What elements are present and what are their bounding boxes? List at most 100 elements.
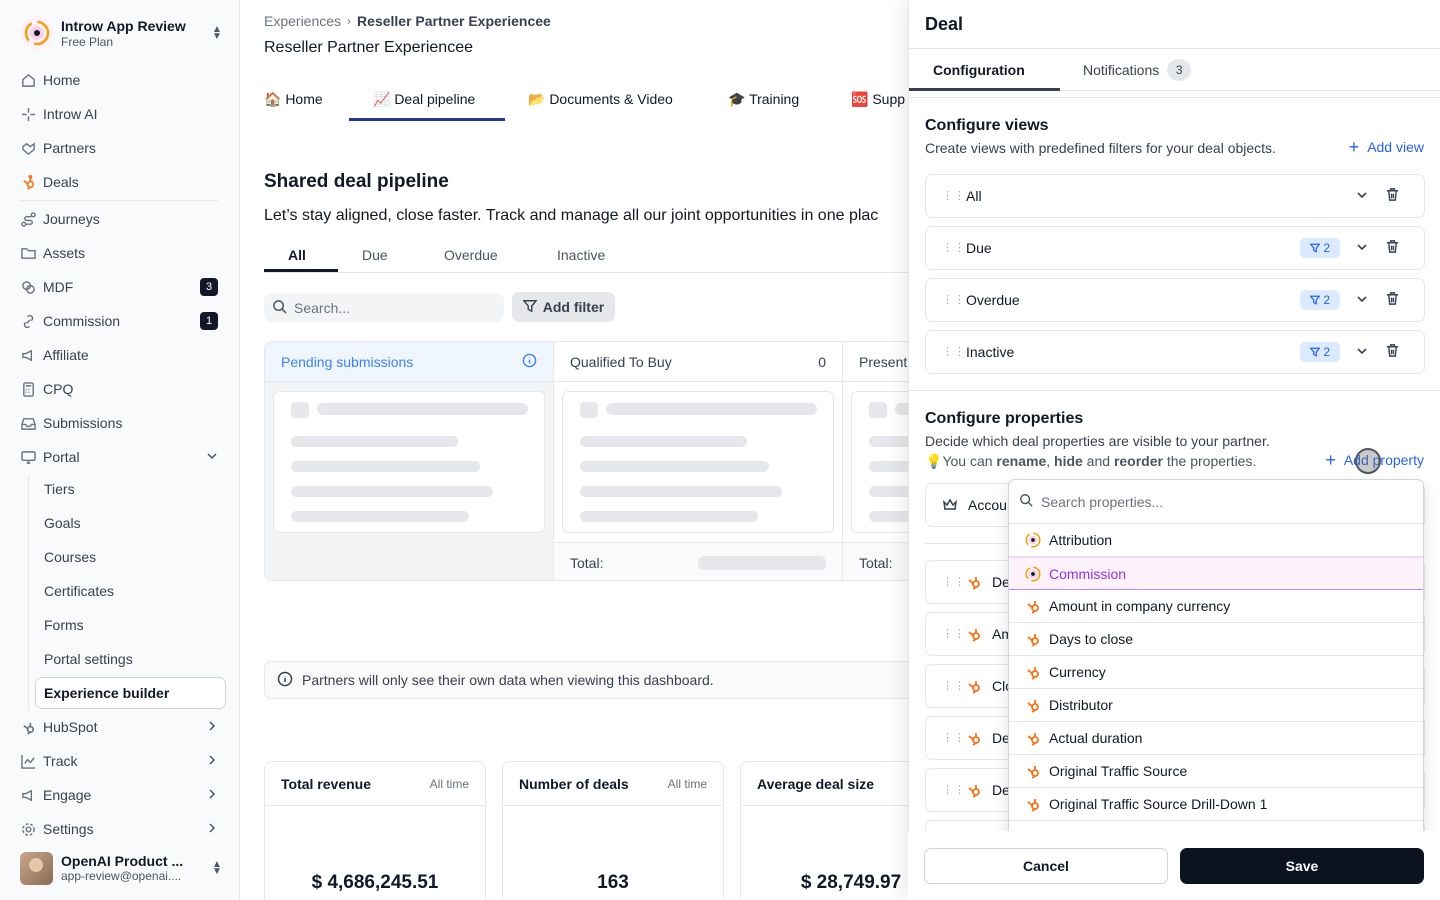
trash-icon[interactable]: [1385, 239, 1400, 257]
workspace-switcher[interactable]: Introw App Review Free Plan ▲ ▼: [20, 14, 224, 52]
view-row-all[interactable]: ⋮⋮ All: [925, 174, 1425, 218]
plus-icon: +: [1348, 137, 1360, 157]
property-option-label: Actual duration: [1049, 730, 1143, 746]
sidebar-item-label: Portal: [43, 449, 80, 465]
drag-handle-icon[interactable]: ⋮⋮: [942, 242, 965, 253]
sidebar-item-cpq[interactable]: CPQ: [20, 376, 220, 402]
view-row-inactive[interactable]: ⋮⋮ Inactive 2: [925, 330, 1425, 374]
property-option[interactable]: Days to close: [1009, 623, 1423, 656]
chevron-down-icon[interactable]: [1356, 241, 1368, 256]
trash-icon[interactable]: [1385, 187, 1400, 205]
hubspot-icon: [1024, 796, 1041, 813]
filter-tab-due[interactable]: Due: [362, 238, 388, 272]
property-option-label: Original Traffic Source: [1049, 763, 1188, 779]
property-option[interactable]: Original Traffic Source: [1009, 755, 1423, 788]
save-button[interactable]: Save: [1180, 848, 1424, 884]
add-filter-button[interactable]: Add filter: [512, 292, 615, 322]
drag-handle-icon[interactable]: ⋮⋮: [942, 680, 965, 691]
sidebar-subitem-tiers[interactable]: Tiers: [44, 477, 75, 501]
sidebar-subitem-goals[interactable]: Goals: [44, 511, 81, 535]
add-view-button[interactable]: + Add view: [1348, 137, 1424, 157]
view-row-overdue[interactable]: ⋮⋮ Overdue 2: [925, 278, 1425, 322]
trash-icon[interactable]: [1385, 343, 1400, 361]
tab-notifications[interactable]: Notifications 3: [1083, 50, 1192, 90]
filter-tab-overdue[interactable]: Overdue: [444, 238, 498, 272]
cancel-button[interactable]: Cancel: [924, 848, 1168, 884]
sidebar-subitem-portal-settings[interactable]: Portal settings: [44, 647, 133, 671]
property-option[interactable]: Amount in company currency: [1009, 590, 1423, 623]
hubspot-icon: [20, 719, 36, 735]
handshake-icon: [20, 140, 36, 156]
property-option[interactable]: Currency: [1009, 656, 1423, 689]
lightbulb-icon: 💡: [925, 453, 943, 469]
breadcrumb-root[interactable]: Experiences: [264, 13, 341, 29]
hubspot-icon: [1024, 631, 1041, 648]
sidebar-item-deals[interactable]: Deals: [20, 169, 220, 195]
drawer-divider: [909, 48, 1440, 49]
drag-handle-icon[interactable]: ⋮⋮: [942, 190, 965, 201]
filter-tab-all[interactable]: All: [288, 238, 306, 272]
drag-handle-icon[interactable]: ⋮⋮: [942, 628, 965, 639]
property-option[interactable]: Original Traffic Source Drill-Down 1: [1009, 788, 1423, 821]
tab-home[interactable]: 🏠 Home: [264, 78, 323, 121]
sidebar-item-commission[interactable]: Commission 1: [20, 308, 220, 334]
inbox-icon: [20, 415, 36, 431]
hubspot-icon: [1024, 763, 1041, 780]
user-email: app-review@openai....: [61, 869, 182, 883]
view-row-due[interactable]: ⋮⋮ Due 2: [925, 226, 1425, 270]
property-option[interactable]: Attribution: [1009, 524, 1423, 557]
sidebar-item-introw-ai[interactable]: Introw AI: [20, 101, 220, 127]
sidebar-subitem-forms[interactable]: Forms: [44, 613, 84, 637]
stat-period: All time: [429, 776, 469, 791]
sidebar-item-engage[interactable]: Engage: [20, 782, 220, 808]
sidebar-item-settings[interactable]: Settings: [20, 816, 220, 842]
sidebar-item-journeys[interactable]: Journeys: [20, 206, 220, 232]
property-option-label: Attribution: [1049, 532, 1113, 548]
property-option-label: Currency: [1049, 664, 1106, 680]
sidebar-item-home[interactable]: Home: [20, 67, 220, 93]
sidebar-item-submissions[interactable]: Submissions: [20, 410, 220, 436]
stat-value: $ 28,749.97: [800, 872, 902, 893]
trash-icon[interactable]: [1385, 291, 1400, 309]
sidebar-item-portal[interactable]: Portal: [20, 444, 220, 470]
chevron-down-icon[interactable]: [1356, 345, 1368, 360]
sidebar-subitem-experience-builder[interactable]: Experience builder: [35, 677, 226, 709]
drag-handle-icon[interactable]: ⋮⋮: [942, 346, 965, 357]
sidebar-subitem-courses[interactable]: Courses: [44, 545, 96, 569]
pipeline-title: Shared deal pipeline: [264, 171, 449, 192]
breadcrumb: Experiences › Reseller Partner Experienc…: [264, 13, 551, 29]
user-menu[interactable]: OpenAI Product ... app-review@openai....…: [20, 850, 224, 886]
pipeline-search-input[interactable]: Search...: [264, 293, 504, 322]
sidebar-item-partners[interactable]: Partners: [20, 135, 220, 161]
filter-tab-inactive[interactable]: Inactive: [557, 238, 605, 272]
filter-count: 2: [1323, 241, 1331, 255]
sidebar-item-track[interactable]: Track: [20, 748, 220, 774]
drag-handle-icon[interactable]: ⋮⋮: [942, 784, 965, 795]
drag-handle-icon[interactable]: ⋮⋮: [942, 576, 965, 587]
sidebar-item-assets[interactable]: Assets: [20, 240, 220, 266]
tab-documents-video[interactable]: 📂 Documents & Video: [528, 78, 673, 121]
drag-handle-icon[interactable]: ⋮⋮: [942, 732, 965, 743]
avatar: [20, 851, 53, 885]
total-label: Total:: [570, 554, 604, 571]
property-option[interactable]: Actual duration: [1009, 722, 1423, 755]
sidebar-item-mdf[interactable]: MDF 3: [20, 274, 220, 300]
property-option[interactable]: Distributor: [1009, 689, 1423, 722]
sidebar-item-affiliate[interactable]: Affiliate: [20, 342, 220, 368]
tab-configuration[interactable]: Configuration: [933, 50, 1025, 90]
column-name: Qualified To Buy: [570, 353, 672, 370]
sidebar-subitem-certificates[interactable]: Certificates: [44, 579, 114, 603]
tab-training[interactable]: 🎓 Training: [728, 78, 799, 121]
chevron-down-icon[interactable]: [1356, 293, 1368, 308]
chevron-down-icon[interactable]: [1356, 189, 1368, 204]
stat-period: All time: [667, 776, 707, 791]
tab-support[interactable]: 🆘 Supp: [851, 78, 905, 121]
search-icon: [1019, 493, 1033, 510]
info-icon[interactable]: [522, 353, 537, 371]
property-search-input[interactable]: Search properties...: [1009, 480, 1423, 524]
tab-deal-pipeline[interactable]: 📈 Deal pipeline: [373, 78, 475, 121]
sidebar-item-hubspot[interactable]: HubSpot: [20, 714, 220, 740]
drag-handle-icon[interactable]: ⋮⋮: [942, 294, 965, 305]
property-option[interactable]: Commission: [1009, 557, 1423, 590]
sidebar-item-label: Home: [43, 72, 81, 88]
